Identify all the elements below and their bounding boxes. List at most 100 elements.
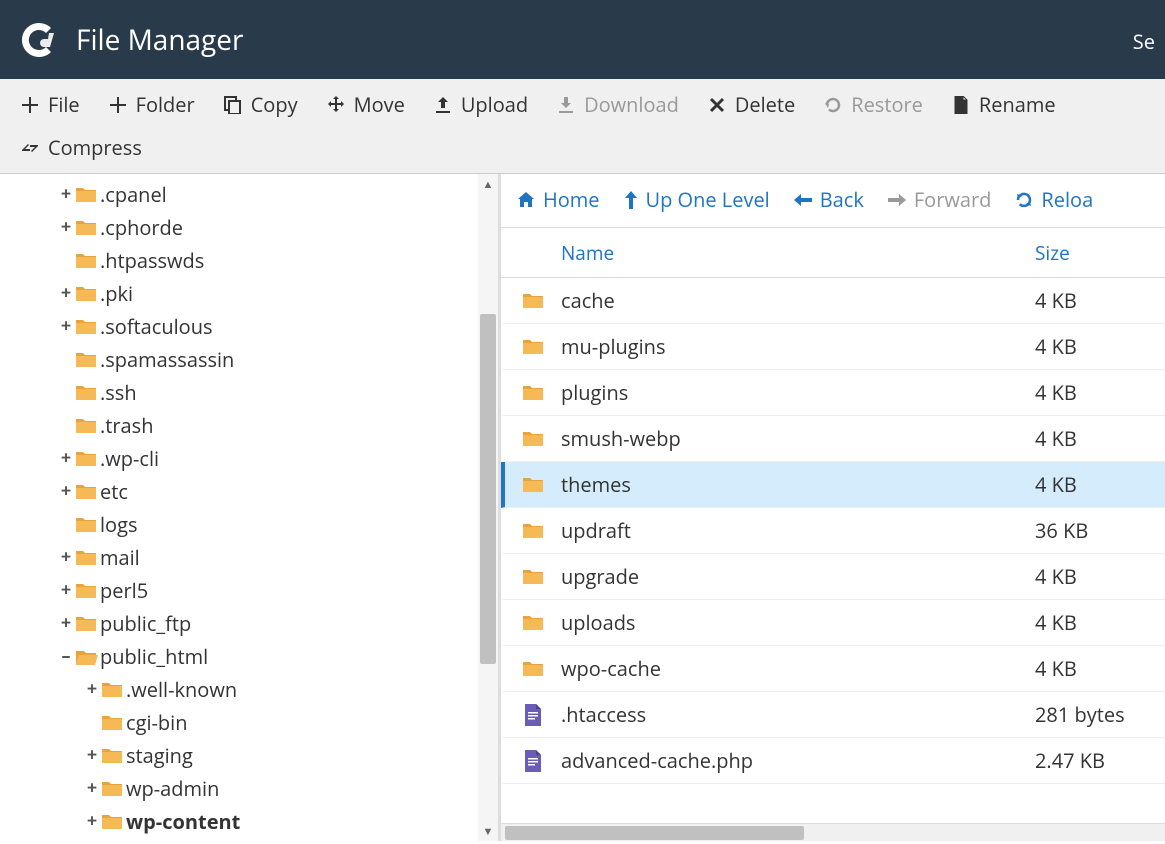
tree-item[interactable]: +.wp-cli bbox=[8, 442, 490, 475]
tree-expander[interactable]: + bbox=[84, 739, 100, 772]
tree-expander[interactable] bbox=[58, 343, 74, 376]
tree-item-label: .pki bbox=[100, 277, 133, 310]
tree-item[interactable]: +mail bbox=[8, 541, 490, 574]
file-row[interactable]: updraft36 KB bbox=[501, 508, 1165, 554]
tree-item[interactable]: + .pki bbox=[8, 277, 490, 310]
tree-expander[interactable]: – bbox=[58, 640, 74, 673]
file-row[interactable]: .htaccess281 bytes bbox=[501, 692, 1165, 738]
file-row[interactable]: smush-webp4 KB bbox=[501, 416, 1165, 462]
delete-button[interactable]: Delete bbox=[693, 83, 809, 126]
tree-item[interactable]: .spamassassin bbox=[8, 343, 490, 376]
tree-expander[interactable]: + bbox=[84, 673, 100, 706]
copy-button[interactable]: Copy bbox=[209, 83, 312, 126]
tree-item[interactable]: +staging bbox=[8, 739, 490, 772]
tree-item[interactable]: .htpasswds bbox=[8, 244, 490, 277]
rename-button[interactable]: Rename bbox=[937, 83, 1070, 126]
file-row[interactable]: mu-plugins4 KB bbox=[501, 324, 1165, 370]
tree-expander[interactable]: + bbox=[58, 277, 74, 310]
file-row[interactable]: uploads4 KB bbox=[501, 600, 1165, 646]
search-fragment[interactable]: Se bbox=[1133, 28, 1155, 55]
tree-item[interactable]: +wp-admin bbox=[8, 772, 490, 805]
tree-item[interactable]: .ssh bbox=[8, 376, 490, 409]
nav-forward-button[interactable]: Forward bbox=[888, 186, 992, 213]
tree-expander[interactable]: + bbox=[58, 574, 74, 607]
file-rows: cache4 KBmu-plugins4 KBplugins4 KBsmush-… bbox=[501, 278, 1165, 784]
restore-button[interactable]: Restore bbox=[809, 83, 937, 126]
tree-item[interactable]: –public_html bbox=[8, 640, 490, 673]
download-icon bbox=[556, 95, 576, 115]
tree-expander[interactable] bbox=[58, 409, 74, 442]
folder-icon bbox=[523, 615, 543, 631]
tree-expander[interactable] bbox=[58, 508, 74, 541]
tree-expander[interactable]: + bbox=[58, 475, 74, 508]
tree-item[interactable]: +.softaculous bbox=[8, 310, 490, 343]
new-file-button[interactable]: File bbox=[6, 83, 94, 126]
column-header-name[interactable]: Name bbox=[557, 240, 1035, 266]
tree-item[interactable]: +wp-content bbox=[8, 805, 490, 838]
tree-item[interactable]: +.well-known bbox=[8, 673, 490, 706]
tree-expander[interactable]: + bbox=[58, 541, 74, 574]
file-size: 4 KB bbox=[1035, 655, 1165, 682]
folder-tree[interactable]: +.cpanel+.cphorde .htpasswds + .pki+.softa… bbox=[0, 174, 498, 842]
file-row[interactable]: cache4 KB bbox=[501, 278, 1165, 324]
file-navbar: Home Up One Level Back Forward Reloa bbox=[501, 174, 1165, 228]
new-folder-button[interactable]: Folder bbox=[94, 83, 209, 126]
tree-expander[interactable]: + bbox=[84, 805, 100, 838]
scroll-thumb[interactable] bbox=[480, 314, 496, 664]
tree-expander[interactable] bbox=[58, 376, 74, 409]
scroll-up-arrow[interactable]: ▲ bbox=[478, 174, 498, 194]
tree-item[interactable]: logs bbox=[8, 508, 490, 541]
tree-expander[interactable]: + bbox=[58, 442, 74, 475]
tree-item-label: public_ftp bbox=[100, 607, 191, 640]
nav-reload-button[interactable]: Reloa bbox=[1015, 186, 1093, 213]
tree-item[interactable]: +perl5 bbox=[8, 574, 490, 607]
tree-scrollbar[interactable]: ▲ ▼ bbox=[478, 174, 498, 841]
tree-expander[interactable] bbox=[58, 244, 74, 277]
nav-up-button[interactable]: Up One Level bbox=[624, 186, 770, 213]
folder-icon bbox=[102, 748, 122, 764]
nav-back-button[interactable]: Back bbox=[794, 186, 864, 213]
tree-item[interactable]: +.cpanel bbox=[8, 178, 490, 211]
plus-icon bbox=[108, 95, 128, 115]
nav-home-button[interactable]: Home bbox=[517, 186, 600, 213]
file-row[interactable]: upgrade4 KB bbox=[501, 554, 1165, 600]
tree-item[interactable]: + etc bbox=[8, 475, 490, 508]
tree-item[interactable]: + public_ftp bbox=[8, 607, 490, 640]
file-table: Name Size cache4 KBmu-plugins4 KBplugins… bbox=[501, 228, 1165, 823]
tree-expander[interactable]: + bbox=[58, 178, 74, 211]
tree-expander[interactable] bbox=[84, 706, 100, 739]
folder-icon bbox=[523, 477, 543, 493]
folder-icon bbox=[76, 187, 96, 203]
tree-expander[interactable]: + bbox=[58, 607, 74, 640]
column-header-size[interactable]: Size bbox=[1035, 240, 1165, 266]
tree-item-label: etc bbox=[100, 475, 128, 508]
file-list-panel: Home Up One Level Back Forward Reloa bbox=[498, 174, 1165, 841]
file-row[interactable]: themes4 KB bbox=[501, 462, 1165, 508]
file-name: upgrade bbox=[561, 563, 1035, 590]
tree-item[interactable]: +.cphorde bbox=[8, 211, 490, 244]
tree-item[interactable]: .trash bbox=[8, 409, 490, 442]
tree-expander[interactable]: + bbox=[58, 310, 74, 343]
tree-item-label: .htpasswds bbox=[100, 244, 204, 277]
file-size: 4 KB bbox=[1035, 287, 1165, 314]
hscroll-thumb[interactable] bbox=[505, 826, 804, 840]
file-horizontal-scrollbar[interactable] bbox=[501, 823, 1165, 841]
file-name: updraft bbox=[561, 517, 1035, 544]
upload-button[interactable]: Upload bbox=[419, 83, 542, 126]
folder-icon bbox=[102, 814, 122, 830]
delete-icon bbox=[707, 95, 727, 115]
tree-expander[interactable]: + bbox=[84, 772, 100, 805]
compress-button[interactable]: Compress bbox=[6, 126, 156, 169]
folder-icon bbox=[76, 286, 96, 302]
download-button[interactable]: Download bbox=[542, 83, 693, 126]
tree-item-label: .spamassassin bbox=[100, 343, 234, 376]
file-row[interactable]: plugins4 KB bbox=[501, 370, 1165, 416]
file-name: mu-plugins bbox=[561, 333, 1035, 360]
tree-item[interactable]: cgi-bin bbox=[8, 706, 490, 739]
tree-expander[interactable]: + bbox=[58, 211, 74, 244]
file-row[interactable]: advanced-cache.php2.47 KB bbox=[501, 738, 1165, 784]
move-button[interactable]: Move bbox=[312, 83, 419, 126]
main-area: +.cpanel+.cphorde .htpasswds + .pki+.softa… bbox=[0, 174, 1165, 841]
scroll-down-arrow[interactable]: ▼ bbox=[478, 821, 498, 841]
file-row[interactable]: wpo-cache4 KB bbox=[501, 646, 1165, 692]
